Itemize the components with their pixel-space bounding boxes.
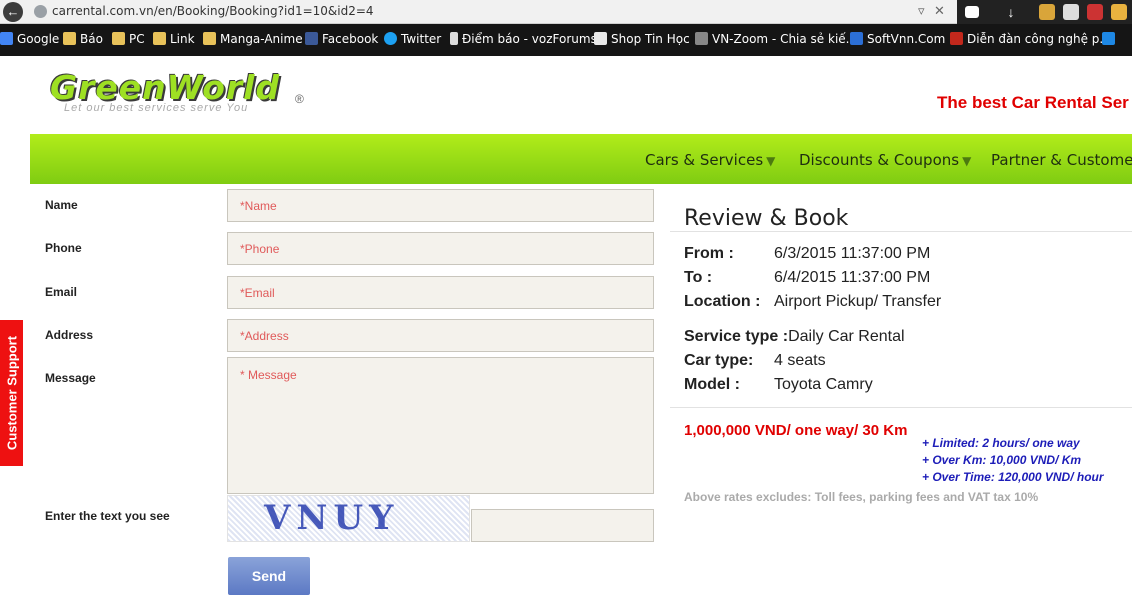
review-car-type: Car type: 4 seats [684, 352, 826, 369]
bookmark-twitter[interactable]: Twitter [384, 32, 441, 46]
logo[interactable]: GreenWorld ® Let our best services serve… [50, 68, 315, 118]
folder-icon [112, 32, 125, 45]
customer-support-tab[interactable]: Customer Support [0, 320, 23, 466]
shop-icon [594, 32, 607, 45]
nav-cars-services[interactable]: Cars & Services ▼ [645, 151, 775, 169]
divider [670, 231, 1132, 232]
phone-field[interactable] [227, 232, 654, 265]
bookmark-facebook[interactable]: Facebook [305, 32, 378, 46]
folder-icon [63, 32, 76, 45]
email-field[interactable] [227, 276, 654, 309]
page-icon [34, 5, 47, 18]
browser-toolbar: ← carrental.com.vn/en/Booking/Booking?id… [0, 0, 1132, 24]
send-button[interactable]: Send [228, 557, 310, 595]
facebook-icon [305, 32, 318, 45]
captcha-input[interactable] [471, 509, 654, 542]
email-label: Email [45, 285, 78, 299]
captcha-label: Enter the text you see [45, 509, 170, 523]
registered-mark: ® [295, 92, 304, 106]
address-label: Address [45, 328, 94, 342]
review-to: To :6/4/2015 11:37:00 PM [684, 269, 931, 286]
review-model: Model : Toyota Camry [684, 376, 873, 393]
folder-icon [203, 32, 216, 45]
nav-discounts-coupons[interactable]: Discounts & Coupons ▼ [799, 151, 971, 169]
message-label: Message [45, 371, 96, 385]
site-tagline: The best Car Rental Ser [937, 93, 1129, 112]
dropdown-icon[interactable]: ▿ [918, 3, 925, 19]
extension-icon[interactable] [1063, 4, 1079, 20]
extension-icon[interactable] [1087, 4, 1103, 20]
review-service-type: Service type :Daily Car Rental [684, 328, 905, 345]
bookmark-dien-dan[interactable]: Diễn đàn công nghệ p... [950, 32, 1111, 46]
back-button[interactable]: ← [3, 2, 23, 22]
review-location: Location : Airport Pickup/ Transfer [684, 293, 942, 310]
name-label: Name [45, 198, 78, 212]
pocket-icon[interactable] [965, 6, 979, 18]
caret-down-icon: ▼ [962, 154, 972, 168]
divider [670, 407, 1132, 408]
bookmark-shop-tin-hoc[interactable]: Shop Tin Học [594, 32, 690, 46]
google-icon [0, 32, 13, 45]
bookmark-softvnn[interactable]: SoftVnn.Com [850, 32, 945, 46]
captcha-text: VNUY [264, 498, 400, 538]
forum-icon [950, 32, 963, 45]
twitter-icon [384, 32, 397, 45]
bookmark-icon [1102, 32, 1115, 45]
phone-label: Phone [45, 241, 82, 255]
bookmark-vozforums[interactable]: Điểm báo - vozForums [450, 32, 597, 46]
bookmarks-bar: Google Báo PC Link Manga-Anime Facebook … [0, 24, 1132, 56]
bookmark-bao[interactable]: Báo [63, 32, 103, 46]
close-icon[interactable]: ✕ [934, 3, 945, 19]
address-bar[interactable]: carrental.com.vn/en/Booking/Booking?id1=… [52, 4, 374, 18]
review-from: From :6/3/2015 11:37:00 PM [684, 245, 931, 262]
page-content: GreenWorld ® Let our best services serve… [0, 56, 1132, 596]
caret-down-icon: ▼ [766, 154, 776, 168]
captcha-image: VNUY [227, 495, 470, 542]
bookmark-google[interactable]: Google [0, 32, 59, 46]
note-over-time: + Over Time: 120,000 VND/ hour [922, 470, 1104, 484]
message-field[interactable] [227, 357, 654, 494]
nav-partner-customer[interactable]: Partner & Customer▼ [991, 151, 1132, 169]
bookmark-vn-zoom[interactable]: VN-Zoom - Chia sẻ kiế... [695, 32, 857, 46]
extension-icon[interactable] [1111, 4, 1127, 20]
price-text: 1,000,000 VND/ one way/ 30 Km [684, 422, 908, 439]
name-field[interactable] [227, 189, 654, 222]
review-title: Review & Book [684, 206, 849, 231]
note-over-km: + Over Km: 10,000 VND/ Km [922, 453, 1082, 467]
download-icon[interactable]: ↓ [1003, 4, 1019, 20]
folder-icon [153, 32, 166, 45]
bookmark-link[interactable]: Link [153, 32, 195, 46]
vnzoom-icon [695, 32, 708, 45]
extensions-area: ↓ [957, 0, 1132, 24]
bookmark-pc[interactable]: PC [112, 32, 145, 46]
extension-icon[interactable] [1039, 4, 1055, 20]
voz-icon [450, 32, 458, 45]
bookmark-manga-anime[interactable]: Manga-Anime [203, 32, 303, 46]
softvnn-icon [850, 32, 863, 45]
bookmark-more[interactable] [1102, 32, 1119, 46]
rate-exclusion-note: Above rates excludes: Toll fees, parking… [684, 490, 1039, 504]
logo-tagline: Let our best services serve You [64, 102, 249, 114]
main-navbar: Cars & Services ▼ Discounts & Coupons ▼ Pa… [30, 134, 1132, 184]
address-field[interactable] [227, 319, 654, 352]
note-limited: + Limited: 2 hours/ one way [922, 436, 1080, 450]
